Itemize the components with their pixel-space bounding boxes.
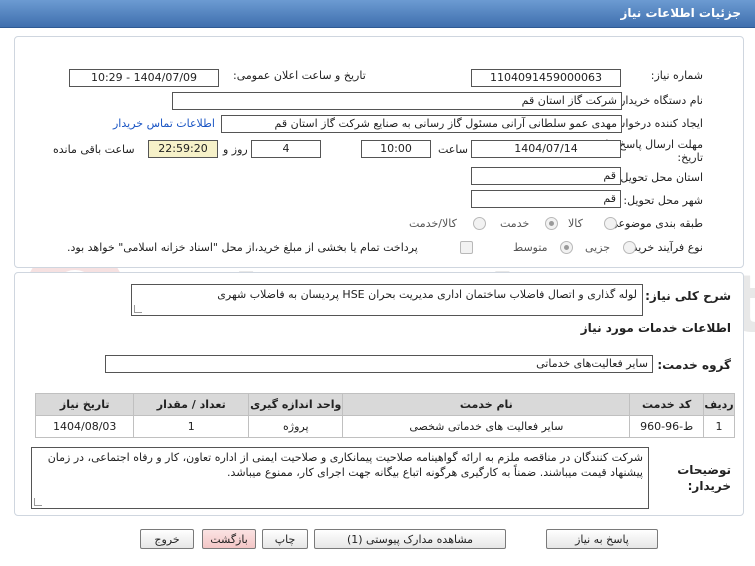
days-label: روز و: [223, 143, 248, 156]
buyer-notes-text: شرکت کنندگان در مناقصه ملزم به ارائه گوا…: [47, 451, 643, 479]
col-header-unit: واحد اندازه گیری: [248, 393, 344, 416]
table-row: 1 ط-96-960 سایر فعالیت های خدماتی شخصی پ…: [34, 415, 735, 438]
buyer-org-field: شرکت گاز استان قم: [172, 92, 622, 110]
announce-field: 1404/07/09 - 10:29: [69, 69, 219, 87]
requester-field: مهدی عمو سلطانی آرانی مسئول گاز رسانی به…: [221, 115, 622, 133]
buyer-notes-box: شرکت کنندگان در مناقصه ملزم به ارائه گوا…: [31, 447, 649, 509]
buyer-notes-label-line1: توضیحات: [677, 463, 731, 477]
view-attachments-button[interactable]: مشاهده مدارک پیوستی (1): [314, 529, 506, 549]
category-radio-service[interactable]: [545, 217, 558, 230]
services-section-title: اطلاعات خدمات مورد نیاز: [580, 321, 731, 335]
process-label-medium: متوسط: [513, 241, 548, 254]
city-field: قم: [471, 190, 621, 208]
days-field: 4: [251, 140, 321, 158]
col-header-quantity: تعداد / مقدار: [133, 393, 250, 416]
col-header-need-date: تاریخ نیاز: [34, 393, 135, 416]
buyer-org-label: نام دستگاه خریدار:: [616, 94, 703, 107]
reply-button[interactable]: پاسخ به نیاز: [546, 529, 658, 549]
col-header-service-name: نام خدمت: [342, 393, 631, 416]
summary-text: لوله گذاری و اتصال فاضلاب ساختمان اداری …: [217, 288, 637, 301]
deadline-date-field: 1404/07/14: [471, 140, 621, 158]
need-number-field: 1104091459000063: [471, 69, 621, 87]
resize-handle-icon[interactable]: [134, 305, 142, 313]
process-label-minor: جزیی: [585, 241, 611, 254]
remaining-time-field: 22:59:20: [148, 140, 218, 158]
services-table: ردیف کد خدمت نام خدمت واحد اندازه گیری ت…: [34, 393, 735, 438]
need-info-panel: شماره نیاز: 1104091459000063 تاریخ و ساع…: [14, 36, 744, 268]
cell-service-name: سایر فعالیت های خدماتی شخصی: [342, 415, 631, 438]
category-radio-goods[interactable]: [604, 217, 617, 230]
process-radio-medium[interactable]: [560, 241, 573, 254]
cell-need-date: 1404/08/03: [34, 415, 135, 438]
deadline-time-field: 10:00: [361, 140, 431, 158]
table-header-row: ردیف کد خدمت نام خدمت واحد اندازه گیری ت…: [34, 393, 735, 416]
resize-handle-icon[interactable]: [34, 498, 42, 506]
cell-quantity: 1: [133, 415, 250, 438]
treasury-payment-note: پرداخت تمام یا بخشی از مبلغ خرید،از محل …: [67, 241, 418, 254]
print-button[interactable]: چاپ: [262, 529, 308, 549]
col-header-service-code: کد خدمت: [629, 393, 705, 416]
back-button[interactable]: بازگشت: [202, 529, 256, 549]
cell-service-code: ط-96-960: [629, 415, 705, 438]
cell-unit: پروژه: [248, 415, 344, 438]
remaining-label: ساعت باقی مانده: [53, 143, 135, 156]
category-label: طبقه بندی موضوعی:: [605, 217, 703, 230]
exit-button[interactable]: خروج: [140, 529, 194, 549]
province-label: استان محل تحویل:: [616, 171, 703, 184]
category-radio-goods-service[interactable]: [473, 217, 486, 230]
category-label-goods: کالا: [568, 217, 583, 230]
summary-box: لوله گذاری و اتصال فاضلاب ساختمان اداری …: [131, 284, 643, 316]
page-header: جزئیات اطلاعات نیاز: [0, 0, 755, 28]
need-details-panel: شرح کلی نیاز: لوله گذاری و اتصال فاضلاب …: [14, 272, 744, 516]
need-number-label: شماره نیاز:: [650, 69, 703, 82]
page-title: جزئیات اطلاعات نیاز: [620, 6, 741, 20]
service-group-field: سایر فعالیت‌های خدماتی: [105, 355, 653, 373]
province-field: قم: [471, 167, 621, 185]
service-group-label: گروه خدمت:: [657, 358, 731, 372]
city-label: شهر محل تحویل:: [623, 194, 703, 207]
treasury-payment-checkbox[interactable]: [460, 241, 473, 254]
contact-info-link[interactable]: اطلاعات تماس خریدار: [113, 117, 215, 130]
col-header-row-number: ردیف: [703, 393, 735, 416]
announce-label: تاریخ و ساعت اعلان عمومی:: [233, 69, 366, 82]
process-label: نوع فرآیند خرید :: [625, 241, 703, 254]
process-radio-minor[interactable]: [623, 241, 636, 254]
category-label-goods-service: کالا/خدمت: [409, 217, 457, 230]
deadline-label-line2: تاریخ:: [677, 151, 703, 164]
summary-label: شرح کلی نیاز:: [645, 289, 731, 303]
time-label: ساعت: [438, 143, 468, 156]
cell-row-number: 1: [703, 415, 735, 438]
category-label-service: خدمت: [500, 217, 530, 230]
buyer-notes-label-line2: خریدار:: [687, 479, 731, 493]
